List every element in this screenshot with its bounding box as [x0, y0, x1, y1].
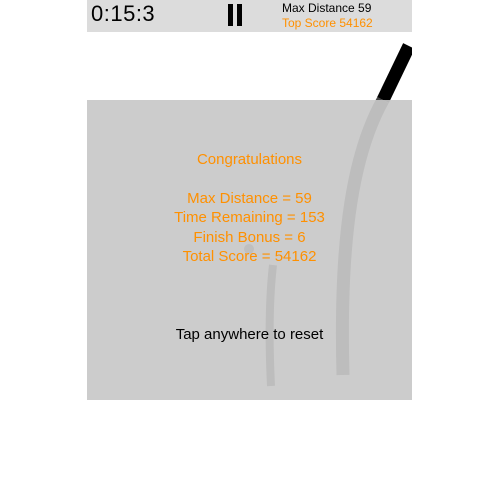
result-time-remaining: Time Remaining = 153	[174, 209, 325, 226]
pause-icon-bar	[237, 4, 242, 26]
max-distance-label: Max Distance 59	[282, 1, 372, 15]
track-segment	[377, 43, 412, 103]
pause-button[interactable]	[228, 4, 244, 26]
result-max-distance: Max Distance = 59	[187, 189, 312, 207]
result-finish-bonus: Finish Bonus = 6	[193, 228, 306, 246]
result-total-score: Total Score = 54162	[182, 248, 317, 265]
top-score-label: Top Score 54162	[282, 16, 373, 30]
congratulations-title: Congratulations	[196, 151, 303, 168]
reset-prompt[interactable]: Tap anywhere to reset	[87, 326, 412, 343]
pause-icon	[228, 4, 233, 26]
results-panel: Congratulations Max Distance = 59 Time R…	[87, 150, 412, 267]
game-screen[interactable]: 0:15:3 Max Distance 59 Top Score 54162 C…	[0, 0, 500, 500]
game-area[interactable]: 0:15:3 Max Distance 59 Top Score 54162 C…	[87, 0, 412, 400]
timer: 0:15:3	[91, 1, 156, 26]
hud-bar: 0:15:3 Max Distance 59 Top Score 54162	[87, 0, 412, 32]
